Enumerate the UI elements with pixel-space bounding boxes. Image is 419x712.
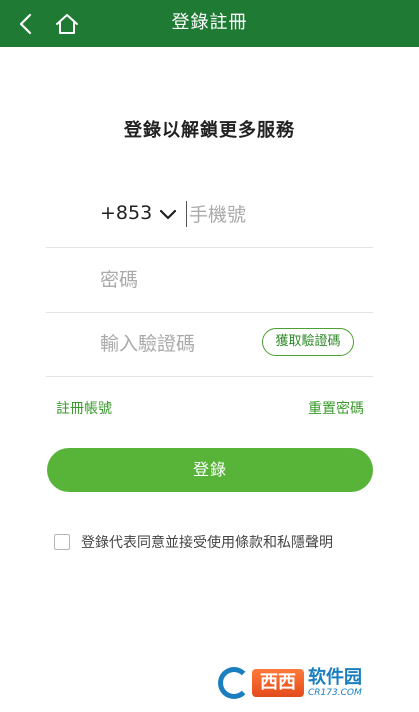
login-heading: 登錄以解鎖更多服務 [124, 120, 295, 141]
login-screen: 登錄註冊 登錄以解鎖更多服務 +853 獲取驗證碼 註冊帳號 重置密碼 登錄 登… [0, 0, 419, 712]
watermark-c-icon [218, 667, 250, 699]
terms-checkbox[interactable] [54, 534, 70, 550]
password-input[interactable] [100, 267, 360, 293]
page-title: 登錄註冊 [171, 12, 248, 33]
chevron-down-icon [160, 203, 177, 225]
reset-password-link[interactable]: 重置密碼 [308, 398, 364, 418]
verification-code-input[interactable] [100, 331, 250, 357]
terms-agreement-text: 登錄代表同意並接受使用條款和私隱聲明 [81, 535, 333, 551]
watermark-logo: 西西 软件园 CR173.COM [218, 664, 401, 702]
top-bar: 登錄註冊 [0, 0, 419, 47]
phone-field-row: +853 [46, 183, 373, 248]
watermark-badge: 西西 [252, 669, 304, 697]
watermark-text-group: 软件园 CR173.COM [308, 666, 362, 698]
get-verification-code-button[interactable]: 獲取驗證碼 [262, 328, 354, 356]
country-code-selector[interactable]: +853 [100, 201, 177, 225]
watermark-domain: CR173.COM [308, 687, 362, 698]
terms-agreement: 登錄代表同意並接受使用條款和私隱聲明 [54, 532, 333, 552]
country-code-label: +853 [100, 202, 153, 224]
phone-number-input[interactable] [189, 202, 369, 228]
password-field-row [46, 248, 373, 313]
login-button[interactable]: 登錄 [47, 448, 373, 492]
verification-field-row: 獲取驗證碼 [46, 312, 373, 377]
text-cursor [186, 201, 187, 227]
register-account-link[interactable]: 註冊帳號 [56, 398, 112, 418]
watermark-text: 软件园 [308, 666, 362, 688]
